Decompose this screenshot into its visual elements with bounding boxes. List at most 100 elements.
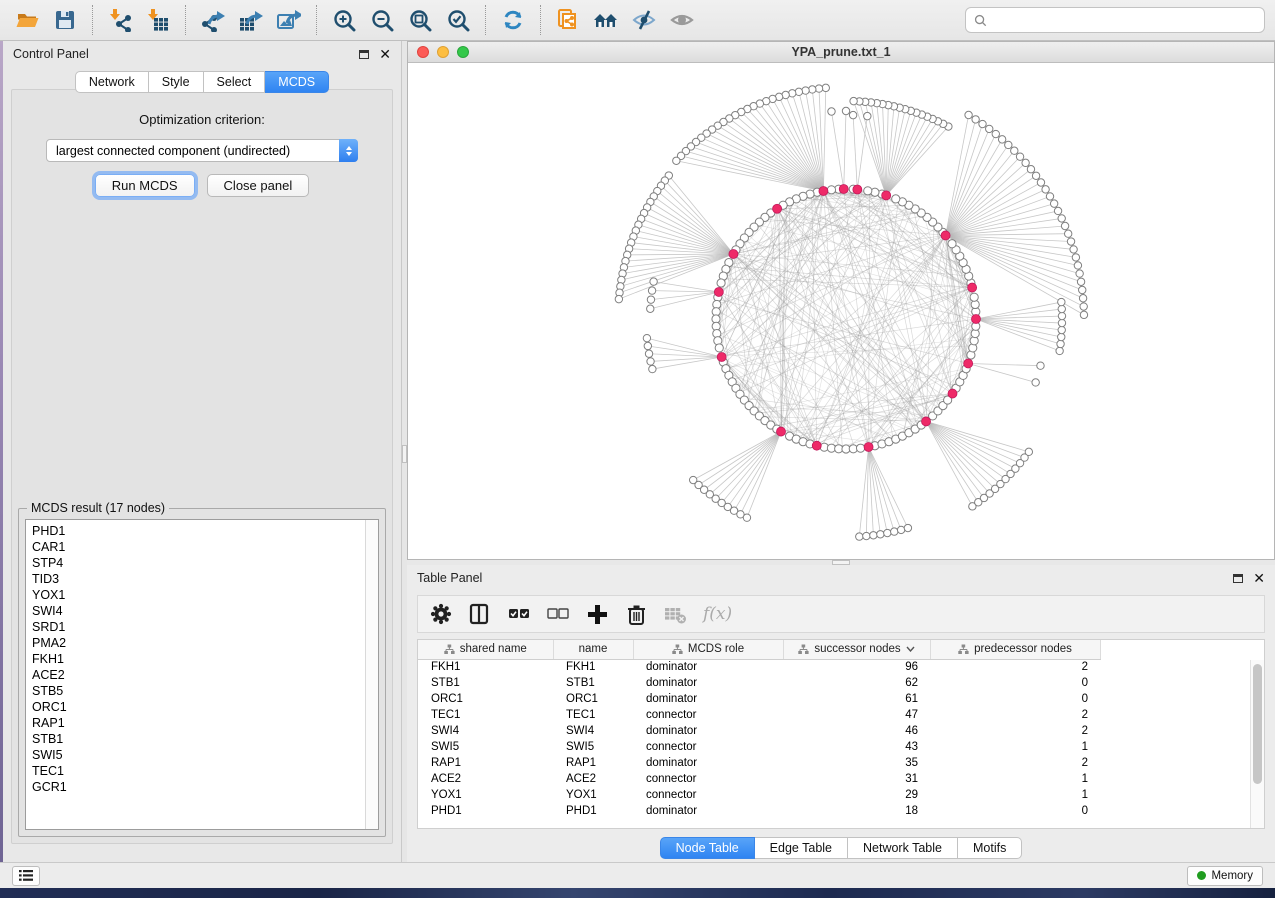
tab-mcds[interactable]: MCDS	[265, 71, 329, 93]
column-header-successor-nodes[interactable]: successor nodes	[783, 640, 930, 659]
mcds-result-item[interactable]: CAR1	[32, 539, 365, 555]
tab-select[interactable]: Select	[204, 71, 266, 93]
table-cell[interactable]: dominator	[633, 691, 783, 707]
mcds-result-item[interactable]: SWI5	[32, 747, 365, 763]
tab-network[interactable]: Network	[75, 71, 149, 93]
select-all-columns-icon[interactable]	[508, 603, 531, 626]
hide-selected-icon[interactable]	[627, 4, 661, 36]
table-row[interactable]: PHD1PHD1dominator180	[418, 803, 1100, 819]
table-cell[interactable]: FKH1	[418, 659, 553, 675]
table-row[interactable]: FKH1FKH1dominator962	[418, 659, 1100, 675]
table-cell[interactable]: SWI4	[553, 723, 633, 739]
table-cell[interactable]: 0	[930, 691, 1100, 707]
mcds-result-item[interactable]: TEC1	[32, 763, 365, 779]
mcds-result-item[interactable]: YOX1	[32, 587, 365, 603]
table-cell[interactable]: dominator	[633, 659, 783, 675]
close-table-panel-icon[interactable]: ✕	[1253, 571, 1265, 585]
clone-network-icon[interactable]	[551, 4, 585, 36]
mcds-result-item[interactable]: SRD1	[32, 619, 365, 635]
save-session-icon[interactable]	[48, 4, 82, 36]
table-cell[interactable]: dominator	[633, 675, 783, 691]
run-mcds-button[interactable]: Run MCDS	[95, 174, 195, 197]
table-cell[interactable]: SWI5	[418, 739, 553, 755]
table-cell[interactable]: STB1	[553, 675, 633, 691]
close-panel-button[interactable]: Close panel	[207, 174, 310, 197]
table-cell[interactable]: YOX1	[553, 787, 633, 803]
table-settings-icon[interactable]	[430, 603, 453, 626]
mcds-list-scrollbar[interactable]	[365, 520, 378, 829]
table-row[interactable]: STB1STB1dominator620	[418, 675, 1100, 691]
delete-table-icon[interactable]	[664, 603, 687, 626]
mcds-result-item[interactable]: SWI4	[32, 603, 365, 619]
show-all-icon[interactable]	[665, 4, 699, 36]
table-cell[interactable]: ORC1	[553, 691, 633, 707]
float-panel-icon[interactable]	[359, 50, 369, 59]
network-canvas[interactable]	[408, 63, 1274, 559]
column-header-name[interactable]: name	[553, 640, 633, 659]
search-field[interactable]	[965, 7, 1265, 33]
table-cell[interactable]: dominator	[633, 723, 783, 739]
table-cell[interactable]: PHD1	[553, 803, 633, 819]
table-row[interactable]: SWI5SWI5connector431	[418, 739, 1100, 755]
table-cell[interactable]: ACE2	[553, 771, 633, 787]
mcds-result-item[interactable]: RAP1	[32, 715, 365, 731]
table-cell[interactable]: 1	[930, 739, 1100, 755]
import-network-icon[interactable]	[103, 4, 137, 36]
mcds-result-item[interactable]: STP4	[32, 555, 365, 571]
open-file-icon[interactable]	[10, 4, 44, 36]
function-builder-icon[interactable]: f(x)	[703, 604, 732, 624]
table-cell[interactable]: 61	[783, 691, 930, 707]
float-table-panel-icon[interactable]	[1233, 574, 1243, 583]
zoom-selected-icon[interactable]	[441, 4, 475, 36]
table-cell[interactable]: ACE2	[418, 771, 553, 787]
table-cell[interactable]: YOX1	[418, 787, 553, 803]
zoom-out-icon[interactable]	[365, 4, 399, 36]
import-table-icon[interactable]	[141, 4, 175, 36]
table-cell[interactable]: TEC1	[553, 707, 633, 723]
table-cell[interactable]: 18	[783, 803, 930, 819]
table-cell[interactable]: 2	[930, 707, 1100, 723]
table-row[interactable]: YOX1YOX1connector291	[418, 787, 1100, 803]
table-row[interactable]: SWI4SWI4dominator462	[418, 723, 1100, 739]
mcds-result-item[interactable]: PMA2	[32, 635, 365, 651]
table-row[interactable]: TEC1TEC1connector472	[418, 707, 1100, 723]
table-row[interactable]: ACE2ACE2connector311	[418, 771, 1100, 787]
close-panel-icon[interactable]: ✕	[379, 47, 391, 61]
table-cell[interactable]: 1	[930, 771, 1100, 787]
table-cell[interactable]: RAP1	[553, 755, 633, 771]
table-cell[interactable]: RAP1	[418, 755, 553, 771]
tab-style[interactable]: Style	[149, 71, 204, 93]
table-cell[interactable]: 0	[930, 675, 1100, 691]
unselect-all-columns-icon[interactable]	[547, 603, 570, 626]
column-header-MCDS-role[interactable]: MCDS role	[633, 640, 783, 659]
mcds-result-item[interactable]: TID3	[32, 571, 365, 587]
mcds-result-item[interactable]: ORC1	[32, 699, 365, 715]
network-window-titlebar[interactable]: YPA_prune.txt_1	[408, 42, 1274, 63]
tab-edge-table[interactable]: Edge Table	[755, 837, 848, 859]
table-cell[interactable]: 46	[783, 723, 930, 739]
table-cell[interactable]: 0	[930, 803, 1100, 819]
table-cell[interactable]: ORC1	[418, 691, 553, 707]
criterion-dropdown[interactable]: largest connected component (undirected)	[46, 139, 358, 162]
tab-node-table[interactable]: Node Table	[660, 837, 755, 859]
table-scrollbar[interactable]	[1250, 660, 1264, 828]
table-cell[interactable]: STB1	[418, 675, 553, 691]
mcds-result-item[interactable]: GCR1	[32, 779, 365, 795]
search-input[interactable]	[993, 13, 1256, 27]
table-cell[interactable]: 47	[783, 707, 930, 723]
table-cell[interactable]: connector	[633, 707, 783, 723]
table-cell[interactable]: connector	[633, 771, 783, 787]
export-table-icon[interactable]	[234, 4, 268, 36]
table-cell[interactable]: dominator	[633, 803, 783, 819]
show-columns-icon[interactable]	[469, 603, 492, 626]
network-graph[interactable]	[408, 63, 1274, 559]
table-cell[interactable]: 31	[783, 771, 930, 787]
tab-motifs[interactable]: Motifs	[958, 837, 1022, 859]
mcds-result-item[interactable]: ACE2	[32, 667, 365, 683]
table-row[interactable]: RAP1RAP1dominator352	[418, 755, 1100, 771]
table-cell[interactable]: 2	[930, 723, 1100, 739]
table-cell[interactable]: 43	[783, 739, 930, 755]
export-network-icon[interactable]	[196, 4, 230, 36]
mcds-result-item[interactable]: STB5	[32, 683, 365, 699]
table-cell[interactable]: 29	[783, 787, 930, 803]
